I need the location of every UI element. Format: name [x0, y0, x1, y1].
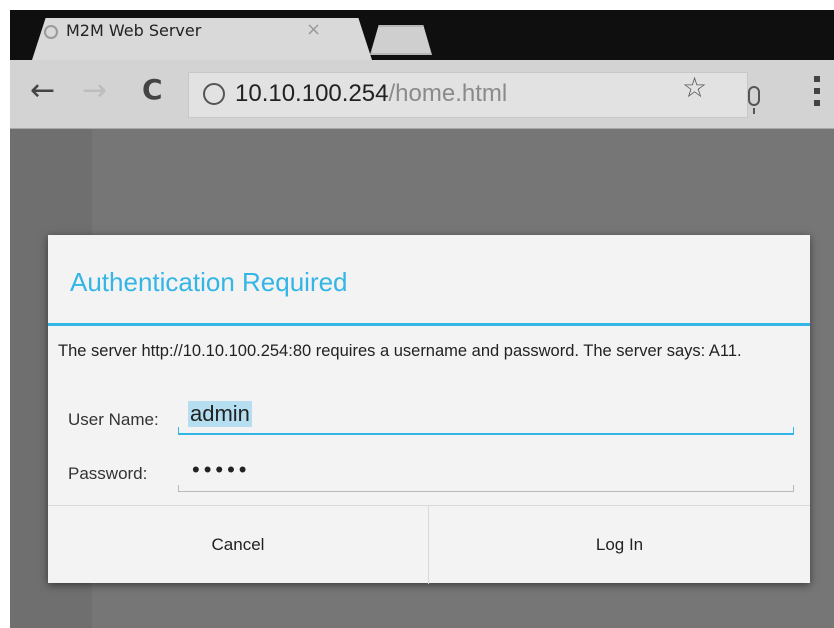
- bookmark-star-icon[interactable]: ☆: [682, 74, 707, 102]
- title-divider: [48, 323, 810, 326]
- cancel-button[interactable]: Cancel: [48, 506, 429, 584]
- dialog-button-bar: Cancel Log In: [48, 505, 810, 584]
- globe-icon[interactable]: [203, 83, 225, 105]
- password-input[interactable]: •••••: [178, 455, 794, 492]
- password-value: •••••: [192, 457, 251, 482]
- overflow-menu-icon[interactable]: [814, 76, 820, 112]
- input-edge: [178, 485, 179, 491]
- url-path: /home.html: [388, 80, 508, 107]
- tab-title: M2M Web Server: [66, 21, 202, 40]
- password-label: Password:: [68, 464, 148, 483]
- login-button[interactable]: Log In: [429, 506, 810, 584]
- close-tab-icon[interactable]: ×: [306, 19, 321, 40]
- url-text[interactable]: 10.10.100.254/home.html: [235, 80, 507, 108]
- input-edge: [178, 427, 179, 433]
- dialog-title: Authentication Required: [70, 267, 348, 297]
- url-host: 10.10.100.254: [235, 80, 389, 107]
- reload-icon[interactable]: C: [142, 76, 163, 104]
- new-tab-button[interactable]: [370, 25, 432, 55]
- username-label: User Name:: [68, 410, 159, 429]
- input-edge: [793, 485, 794, 491]
- username-value: admin: [188, 401, 252, 427]
- microphone-icon[interactable]: [748, 86, 760, 114]
- input-edge: [793, 427, 794, 433]
- browser-toolbar: ← → C 10.10.100.254/home.html ☆: [10, 60, 834, 129]
- address-bar[interactable]: 10.10.100.254/home.html: [188, 72, 748, 118]
- browser-window: M2M Web Server × ← → C 10.10.100.254/hom…: [10, 10, 834, 628]
- username-input[interactable]: admin: [178, 397, 794, 435]
- forward-arrow-icon[interactable]: →: [82, 76, 107, 106]
- loading-spinner-icon: [44, 25, 58, 39]
- dialog-message: The server http://10.10.100.254:80 requi…: [58, 342, 742, 360]
- tab-strip: M2M Web Server ×: [10, 10, 834, 60]
- back-arrow-icon[interactable]: ←: [30, 76, 55, 106]
- auth-dialog: Authentication Required The server http:…: [48, 235, 810, 584]
